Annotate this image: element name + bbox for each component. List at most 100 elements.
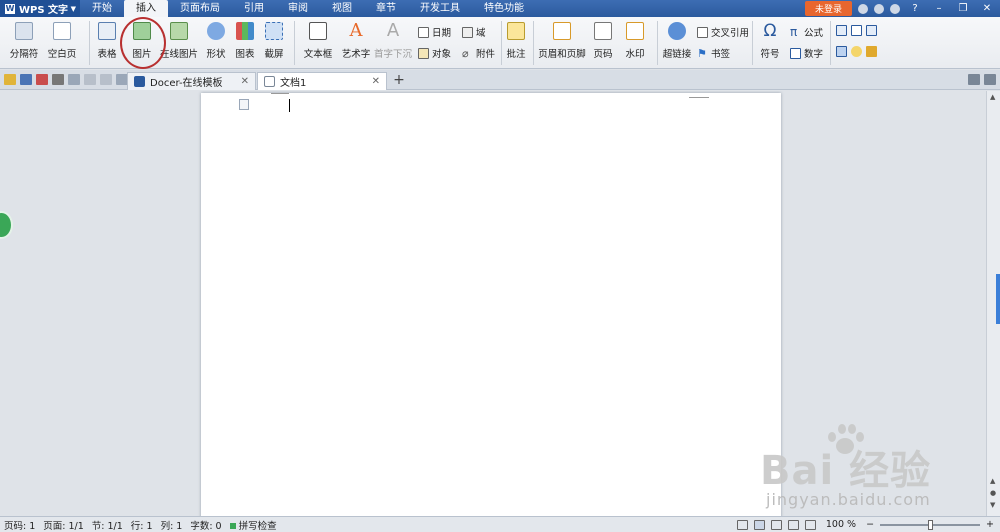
tab-list-icon[interactable] (968, 74, 980, 85)
document-page[interactable] (201, 93, 781, 516)
ribbon-separator (752, 21, 753, 65)
status-bar: 页码: 1 页面: 1/1 节: 1/1 行: 1 列: 1 字数: 0 拼写检… (0, 516, 1000, 532)
drop-cap-button[interactable]: A 首字下沉 (374, 17, 412, 61)
zoom-out-icon[interactable]: − (866, 519, 874, 530)
skin-icon[interactable] (858, 3, 868, 14)
menu-tab-home[interactable]: 开始 (80, 0, 124, 17)
web-view-icon[interactable] (787, 519, 799, 530)
zoom-level[interactable]: 100 % (822, 519, 860, 530)
design-mode-icon[interactable] (836, 46, 847, 57)
export-pdf-icon[interactable] (36, 74, 48, 85)
menu-tab-references[interactable]: 引用 (232, 0, 276, 17)
globe-icon (668, 22, 686, 40)
close-icon[interactable]: ✕ (978, 3, 996, 14)
focus-mode-icon[interactable] (736, 519, 748, 530)
hyperlink-button[interactable]: 超链接 (663, 17, 691, 60)
wordart-button[interactable]: A 艺术字 (342, 17, 371, 61)
menu-tab-section[interactable]: 章节 (364, 0, 408, 17)
properties-icon[interactable] (851, 46, 862, 57)
zoom-slider-thumb[interactable] (928, 519, 934, 530)
status-section[interactable]: 节: 1/1 (88, 518, 127, 532)
feedback-icon[interactable] (874, 3, 884, 14)
tab-document-1[interactable]: 文档1 ✕ (257, 72, 387, 90)
header-footer-button[interactable]: 页眉和页脚 (538, 17, 586, 60)
blank-page-button[interactable]: 空白页 (46, 17, 78, 60)
close-tab-icon[interactable]: ✕ (372, 76, 380, 87)
screenshot-button[interactable]: 截屏 (260, 17, 288, 60)
status-pages[interactable]: 页面: 1/1 (39, 518, 88, 532)
watermark-icon (626, 22, 644, 40)
status-page[interactable]: 页码: 1 (0, 518, 39, 532)
menu-tab-developer[interactable]: 开发工具 (408, 0, 472, 17)
number-button[interactable]: 数字 (790, 46, 823, 60)
minimize-icon[interactable]: – (930, 3, 948, 14)
formula-button[interactable]: π 公式 (790, 25, 823, 40)
cross-ref-button[interactable]: 交叉引用 (697, 25, 749, 39)
menu-tab-layout[interactable]: 页面布局 (168, 0, 232, 17)
watermark-url: jingyan.baidu.com (766, 490, 931, 509)
status-col[interactable]: 列: 1 (157, 518, 187, 532)
menu-right-area: 未登录 ? – ❐ ✕ (804, 0, 996, 17)
wps-logo-icon: W (5, 3, 15, 14)
restore-icon[interactable]: ❐ (954, 3, 972, 14)
baidu-watermark: Bai 经验 jingyan.baidu.com (760, 424, 995, 516)
spell-check-button[interactable]: 拼写检查 (226, 518, 281, 532)
print-icon[interactable] (52, 74, 64, 85)
protect-icon[interactable] (866, 46, 877, 57)
menu-tab-review[interactable]: 审阅 (276, 0, 320, 17)
page-view-icon[interactable] (753, 519, 765, 530)
field-icon (462, 26, 473, 38)
comment-button[interactable]: 批注 (505, 17, 527, 60)
shapes-button[interactable]: 形状 (204, 17, 228, 60)
calendar-icon (418, 26, 429, 38)
shirt-icon[interactable] (890, 3, 900, 14)
flag-icon: ⚑ (697, 46, 707, 60)
omega-icon: Ω (763, 21, 777, 41)
ribbon-separator (657, 21, 658, 65)
login-button[interactable]: 未登录 (804, 1, 852, 16)
zoom-in-icon[interactable]: + (986, 519, 994, 530)
print-preview-icon[interactable] (68, 74, 80, 85)
app-menu-button[interactable]: W WPS 文字 ▼ (0, 0, 80, 17)
new-tab-button[interactable]: + (391, 72, 407, 88)
scroll-position-tab[interactable] (996, 274, 1000, 324)
form-controls-row-1 (836, 25, 877, 36)
close-tab-icon[interactable]: ✕ (241, 76, 249, 87)
undo-icon[interactable] (84, 74, 96, 85)
scroll-up-icon[interactable]: ▲ (990, 93, 995, 101)
menu-tab-insert[interactable]: 插入 (124, 0, 168, 17)
zoom-slider[interactable] (880, 519, 981, 530)
page-break-button[interactable]: 分隔符 (6, 17, 42, 60)
checkbox-icon[interactable] (851, 25, 862, 36)
ribbon-separator (89, 21, 90, 65)
restore-tab-icon[interactable] (984, 74, 996, 85)
redo-icon[interactable] (100, 74, 112, 85)
text-cursor (289, 99, 290, 112)
text-field-icon[interactable] (836, 25, 847, 36)
save-icon[interactable] (20, 74, 32, 85)
menu-tab-view[interactable]: 视图 (320, 0, 364, 17)
page-options-icon[interactable] (239, 99, 249, 110)
date-button[interactable]: 日期 (418, 25, 451, 39)
object-button[interactable]: 对象 (418, 46, 451, 60)
menu-tab-features[interactable]: 特色功能 (472, 0, 536, 17)
outline-view-icon[interactable] (770, 519, 782, 530)
watermark-button[interactable]: 水印 (623, 17, 647, 60)
table-button[interactable]: 表格 (95, 17, 119, 60)
chart-button[interactable]: 图表 (234, 17, 256, 60)
side-assistant-icon[interactable] (0, 211, 13, 239)
open-folder-icon[interactable] (4, 74, 16, 85)
status-words[interactable]: 字数: 0 (186, 518, 225, 532)
tab-docer[interactable]: Docer-在线模板 ✕ (127, 72, 256, 90)
help-icon[interactable]: ? (906, 3, 924, 14)
textbox-button[interactable]: 文本框 (300, 17, 336, 60)
reading-view-icon[interactable] (804, 519, 816, 530)
page-number-button[interactable]: 页码 (591, 17, 615, 60)
field-button[interactable]: 域 (462, 25, 486, 39)
symbol-button[interactable]: Ω 符号 (758, 17, 782, 60)
bookmark-button[interactable]: ⚑ 书签 (697, 46, 730, 61)
attachment-button[interactable]: ⌀ 附件 (462, 46, 495, 61)
status-line[interactable]: 行: 1 (127, 518, 157, 532)
dropdown-form-icon[interactable] (866, 25, 877, 36)
margin-corner (271, 93, 289, 94)
